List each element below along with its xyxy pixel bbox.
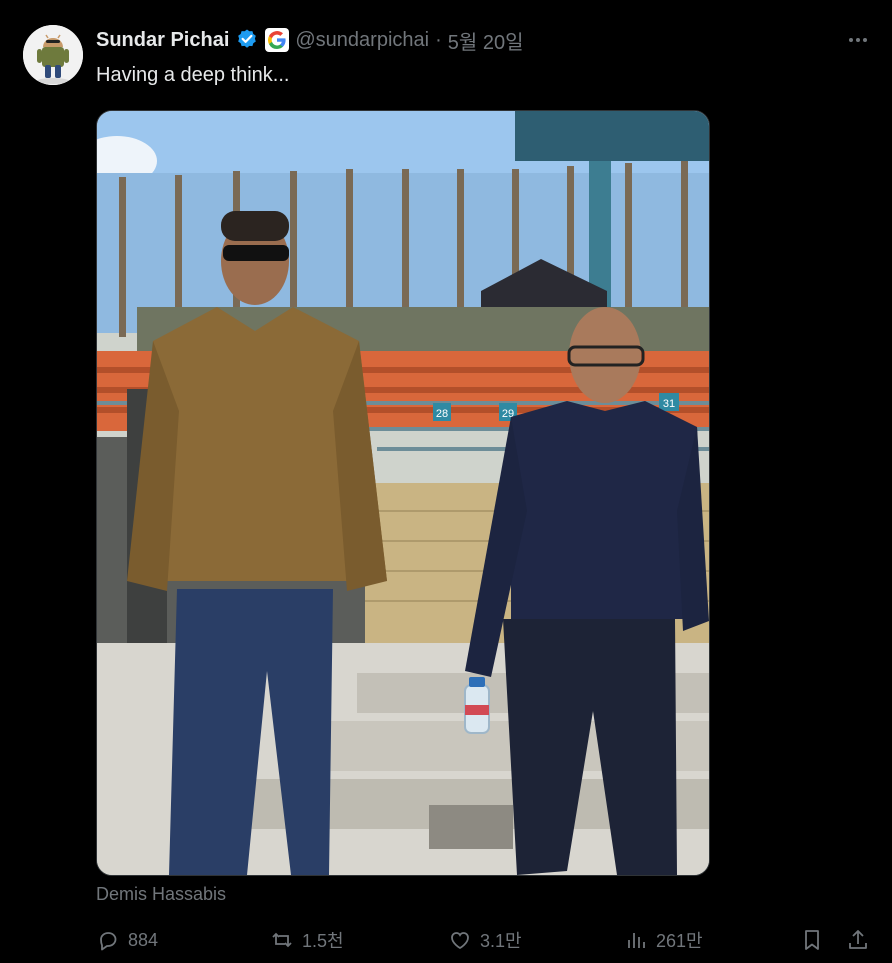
avatar[interactable]	[23, 25, 83, 85]
photo-two-men-stadium: 28 29 31	[97, 111, 709, 875]
bookmark-button[interactable]	[800, 925, 824, 955]
views-count: 261만	[656, 931, 703, 951]
repost-icon	[272, 932, 292, 948]
user-handle[interactable]: @sundarpichai	[295, 29, 429, 52]
views-chart-icon	[628, 933, 645, 948]
display-name[interactable]: Sundar Pichai	[96, 29, 229, 52]
google-g-icon[interactable]	[265, 28, 290, 52]
tagged-user[interactable]: Demis Hassabis	[96, 884, 226, 905]
share-button[interactable]	[846, 925, 870, 955]
android-figure-avatar-icon	[23, 25, 83, 85]
repost-button[interactable]: 1.5천	[270, 925, 344, 955]
verified-badge-icon[interactable]	[235, 28, 259, 52]
like-button[interactable]: 3.1만	[448, 925, 522, 955]
tweet-photo[interactable]: 28 29 31	[96, 110, 710, 876]
views-button[interactable]: 261만	[624, 925, 703, 955]
seat-number-31: 31	[663, 398, 675, 410]
reply-button[interactable]: 884	[96, 925, 158, 955]
heart-icon	[451, 932, 469, 950]
reply-icon	[100, 932, 117, 951]
more-options-icon[interactable]	[846, 28, 870, 52]
tweet-text: Having a deep think...	[96, 64, 290, 86]
separator-dot: ·	[435, 28, 442, 51]
repost-count: 1.5천	[302, 931, 344, 951]
bookmark-icon	[805, 930, 819, 950]
reply-count: 884	[128, 929, 159, 950]
tweet: Sundar Pichai @sundarpichai · 5월 20일 Hav…	[0, 0, 892, 963]
action-bar: 884 1.5천 3.1만 261만	[96, 925, 872, 955]
share-icon	[849, 930, 867, 949]
tweet-date[interactable]: 5월 20일	[448, 26, 524, 55]
seat-number-28: 28	[436, 408, 448, 420]
like-count: 3.1만	[480, 931, 522, 951]
tweet-header: Sundar Pichai @sundarpichai · 5월 20일	[96, 26, 524, 55]
